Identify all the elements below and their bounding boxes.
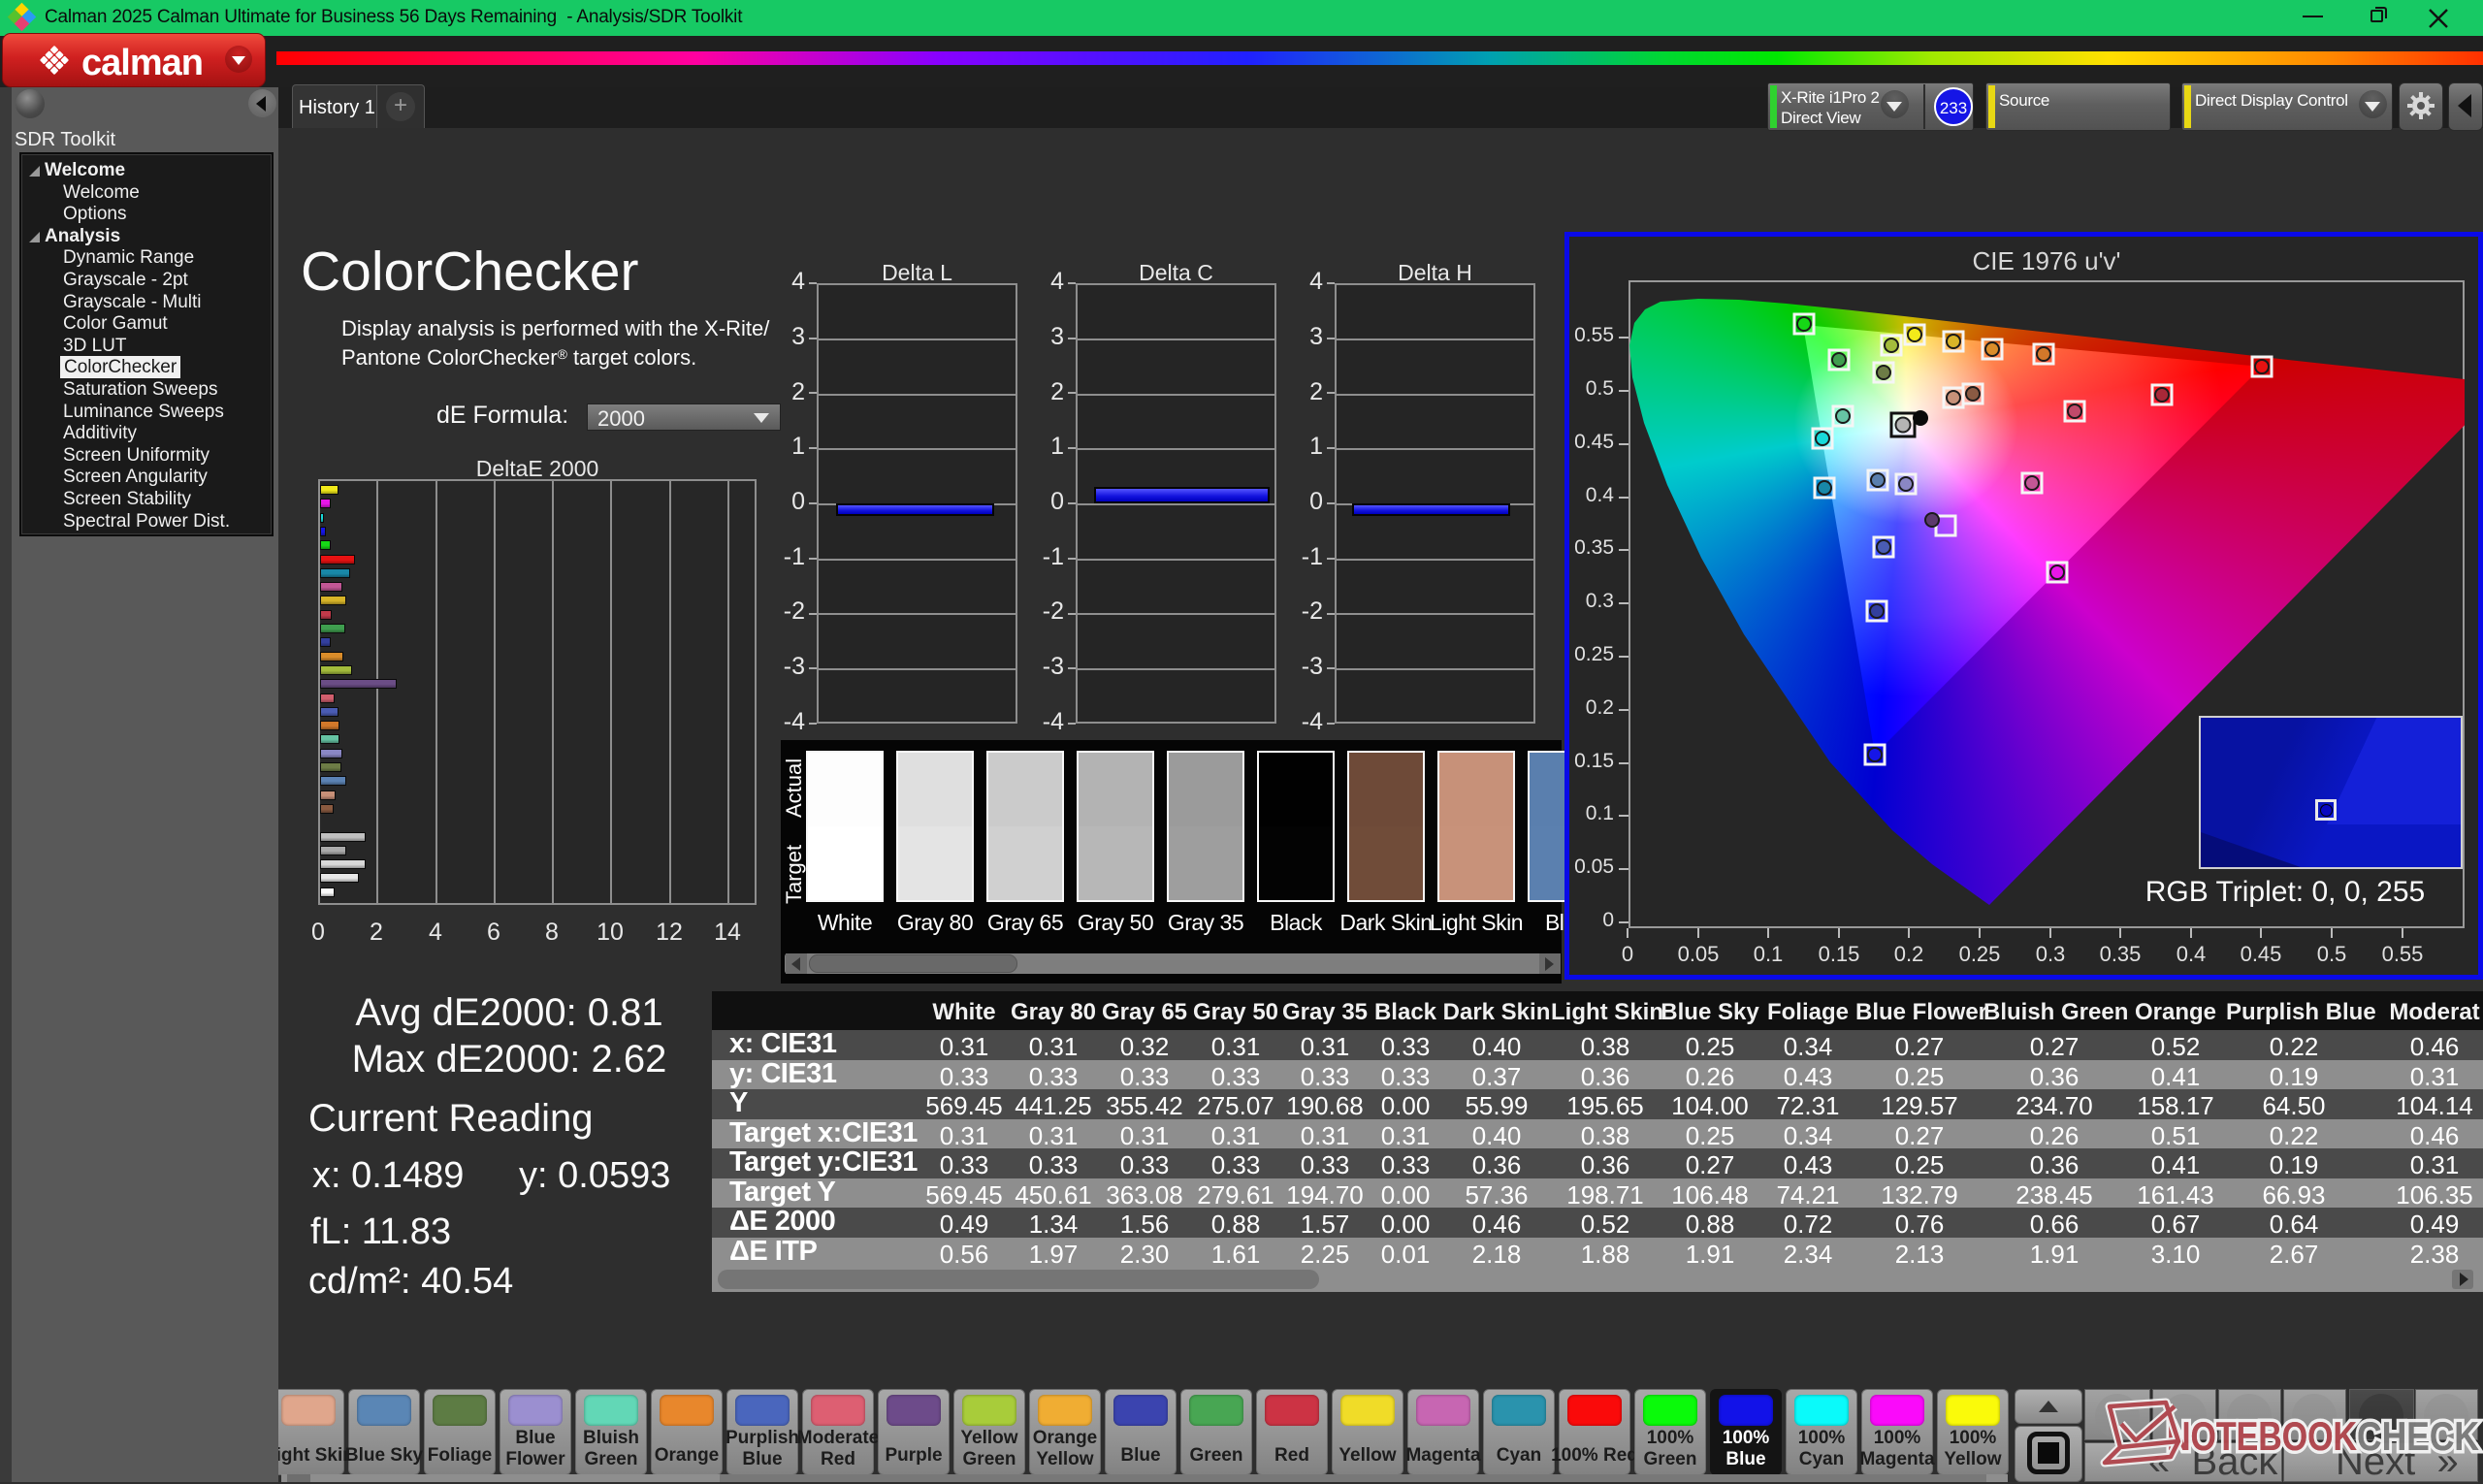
svg-text:NOTEBOOK: NOTEBOOK xyxy=(2167,1413,2357,1459)
svg-text:CHECK: CHECK xyxy=(2357,1413,2479,1459)
